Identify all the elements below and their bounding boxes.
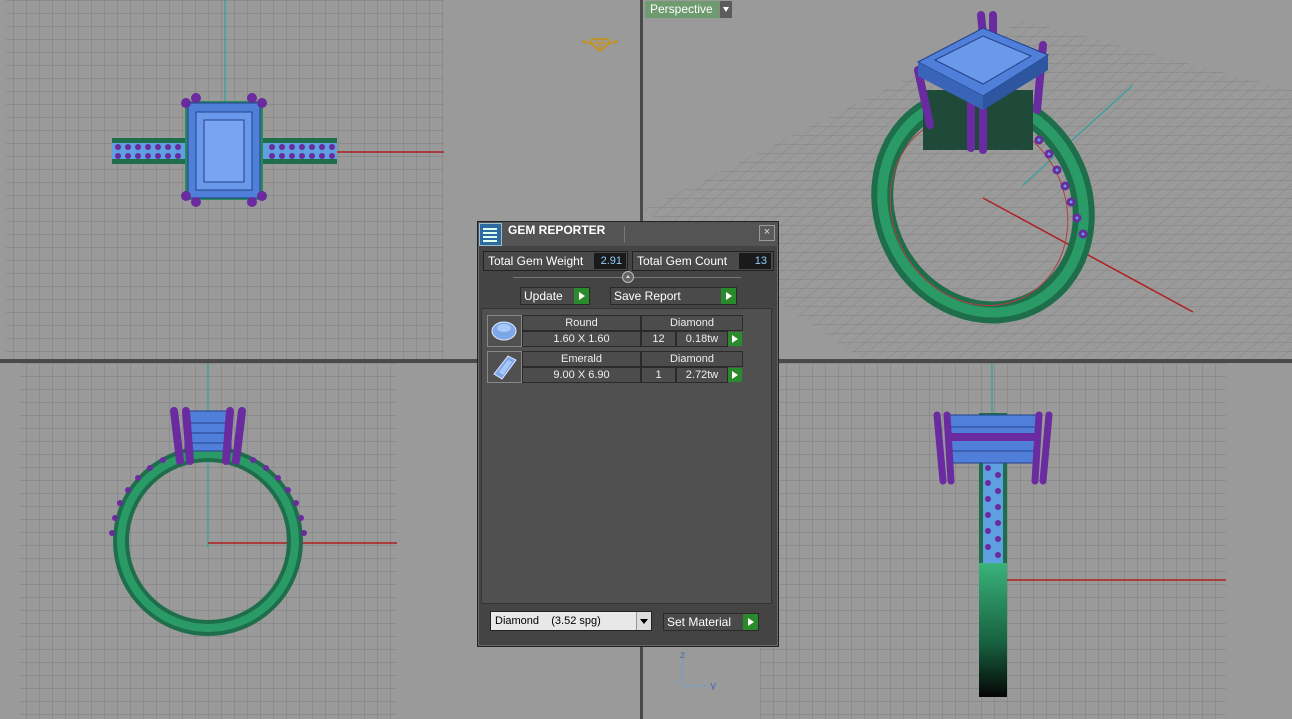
play-arrow-icon bbox=[743, 614, 758, 630]
gem-reporter-panel: GEM REPORTER × Total Gem Weight 2.91 Tot… bbox=[477, 221, 779, 647]
viewport-menu-dropdown-icon[interactable] bbox=[719, 1, 732, 18]
axis-tripod: z y bbox=[680, 650, 717, 690]
material-select[interactable]: Diamond (3.52 spg) bbox=[490, 611, 652, 631]
update-button-label: Update bbox=[524, 289, 563, 303]
gem-reporter-title: GEM REPORTER bbox=[508, 223, 606, 237]
update-button[interactable]: Update bbox=[520, 287, 590, 305]
total-gem-weight-value: 2.91 bbox=[594, 253, 626, 269]
total-gem-weight: Total Gem Weight 2.91 bbox=[483, 251, 628, 271]
chevron-down-icon[interactable] bbox=[636, 612, 651, 630]
save-report-button[interactable]: Save Report bbox=[610, 287, 737, 305]
axis-y-label: y bbox=[710, 679, 717, 690]
gem-count: 12 bbox=[641, 331, 676, 347]
gem-cut: Emerald bbox=[522, 351, 641, 367]
select-gem-arrow-icon[interactable] bbox=[728, 368, 742, 382]
material-select-value: Diamond (3.52 spg) bbox=[495, 615, 601, 627]
gem-row[interactable]: Round Diamond 1.60 X 1.60 12 0.18tw bbox=[487, 315, 743, 347]
total-gem-count-value: 13 bbox=[739, 253, 771, 269]
gem-material: Diamond bbox=[641, 315, 743, 331]
diamond-logo-icon bbox=[581, 38, 619, 53]
gem-weight: 2.72tw bbox=[676, 367, 728, 383]
viewport-label-perspective[interactable]: Perspective bbox=[645, 1, 723, 18]
gem-list[interactable]: Round Diamond 1.60 X 1.60 12 0.18tw Emer… bbox=[481, 308, 772, 604]
gem-reporter-app-icon bbox=[479, 223, 502, 246]
set-material-button-label: Set Material bbox=[667, 615, 732, 629]
gem-size: 9.00 X 6.90 bbox=[522, 367, 641, 383]
total-gem-count: Total Gem Count 13 bbox=[632, 251, 774, 271]
gem-cut: Round bbox=[522, 315, 641, 331]
gem-row[interactable]: Emerald Diamond 9.00 X 6.90 1 2.72tw bbox=[487, 351, 743, 383]
gem-count: 1 bbox=[641, 367, 676, 383]
gem-size: 1.60 X 1.60 bbox=[522, 331, 641, 347]
round-gem-icon bbox=[487, 315, 522, 347]
select-gem-arrow-icon[interactable] bbox=[728, 332, 742, 346]
play-arrow-icon bbox=[574, 288, 589, 304]
titlebar-separator bbox=[624, 226, 625, 243]
save-report-button-label: Save Report bbox=[614, 289, 681, 303]
set-material-button[interactable]: Set Material bbox=[663, 613, 759, 631]
total-gem-weight-label: Total Gem Weight bbox=[488, 254, 584, 268]
axis-z-label: z bbox=[680, 650, 685, 661]
close-icon[interactable]: × bbox=[759, 225, 775, 241]
gem-reporter-titlebar[interactable]: GEM REPORTER × bbox=[478, 222, 778, 246]
gem-material: Diamond bbox=[641, 351, 743, 367]
total-gem-count-label: Total Gem Count bbox=[637, 254, 728, 268]
emerald-gem-icon bbox=[487, 351, 522, 383]
play-arrow-icon bbox=[721, 288, 736, 304]
collapse-toggle-icon[interactable] bbox=[622, 271, 634, 283]
gem-weight: 0.18tw bbox=[676, 331, 728, 347]
